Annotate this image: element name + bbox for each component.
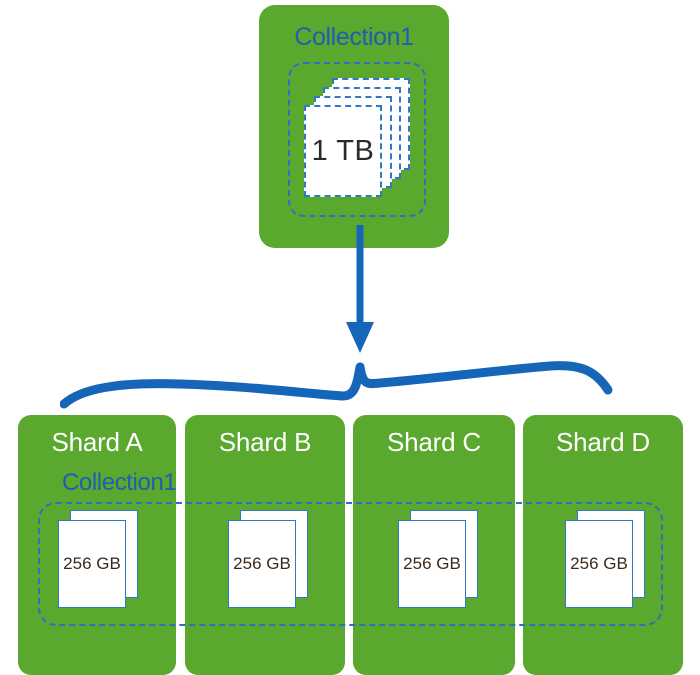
curly-brace-icon xyxy=(60,361,613,409)
source-document-size-label: 1 TB xyxy=(311,134,375,167)
shard-document-stack-d: 256 GB xyxy=(565,510,651,613)
shard-document-size-label: 256 GB xyxy=(570,554,628,573)
shard-document-size-label: 256 GB xyxy=(403,554,461,573)
shard-document-stack-a: 256 GB xyxy=(58,510,144,613)
sharding-diagram: Collection1 1 TB Shard A Shard B Shard C… xyxy=(0,0,700,675)
shard-document-stack-c: 256 GB xyxy=(398,510,484,613)
shard-document-size-label: 256 GB xyxy=(233,554,291,573)
shard-document-size-label: 256 GB xyxy=(63,554,121,573)
shard-document-stack-b: 256 GB xyxy=(228,510,314,613)
shard-collection-label: Collection1 xyxy=(62,469,177,496)
source-document-stack: 1 TB xyxy=(304,78,414,198)
shard-title: Shard A xyxy=(51,427,143,457)
shard-title: Shard B xyxy=(218,427,312,457)
source-collection-title: Collection1 xyxy=(294,23,414,51)
shard-title: Shard C xyxy=(387,427,481,457)
arrow-down-icon xyxy=(346,225,374,353)
shard-title: Shard D xyxy=(556,427,650,457)
